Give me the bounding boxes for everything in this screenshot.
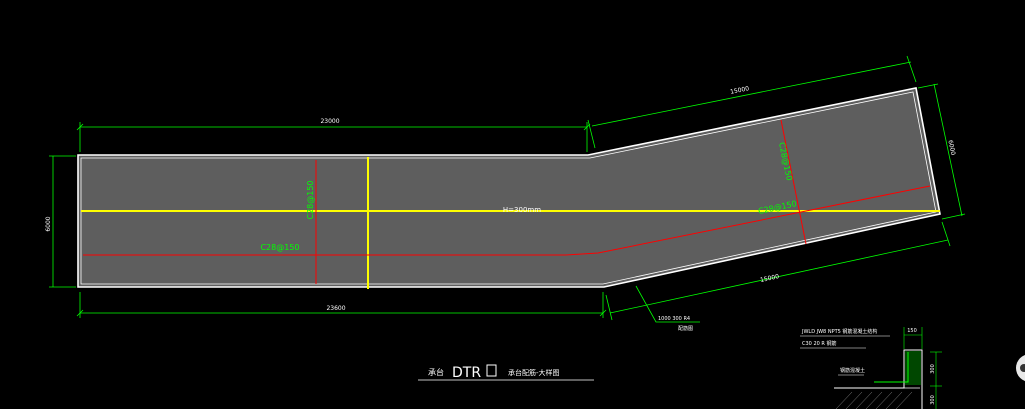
cad-drawing-canvas[interactable]: 23000 15000 23600 15000 6000 6000 1000 3… [0,0,1025,409]
detail-wall-fill [905,351,921,385]
title-suffix: 承台配筋-大样图 [508,368,560,377]
note-text-1: 1000 300 R4 [658,316,690,322]
dim-text-top-left: 23000 [320,118,339,125]
dim-text-top-right: 15000 [730,85,750,96]
dim-text-right-height: 6000 [946,139,956,156]
detail-block-label: 钢筋混凝土 [840,367,865,374]
title-box-icon [486,364,497,377]
detail-label-top: 150 [907,328,917,334]
detail-hatch [835,391,913,409]
dim-text-bottom-left: 23600 [326,305,345,312]
floating-tool-button[interactable] [1016,354,1025,382]
dimension-top-left [76,122,591,152]
detail-section: JWLD JW8 NPT5 钢筋混凝土结构 C30 20 R 钢筋 150 钢筋… [800,327,942,409]
dimension-left-height [49,155,76,288]
detail-rebar [874,352,909,383]
title-main: DTR [452,365,481,381]
rebar-label-vertical-left: C28@150 [306,180,315,219]
detail-label-side-1: 300 [930,364,936,374]
note-text-2: 配筋图 [678,325,693,332]
title-prefix: 承台 [428,367,444,377]
detail-label-side-2: 300 [930,395,936,405]
detail-note-1: JWLD JW8 NPT5 钢筋混凝土结构 [801,328,877,335]
thickness-label: H=300mm [503,206,541,214]
rebar-label-horizontal-left: C28@150 [260,243,299,252]
dim-text-left-height: 6000 [45,216,52,231]
dim-text-bottom-right: 15000 [760,273,780,284]
slab-outline-outer [77,87,941,288]
detail-note-2: C30 20 R 钢筋 [802,340,836,347]
